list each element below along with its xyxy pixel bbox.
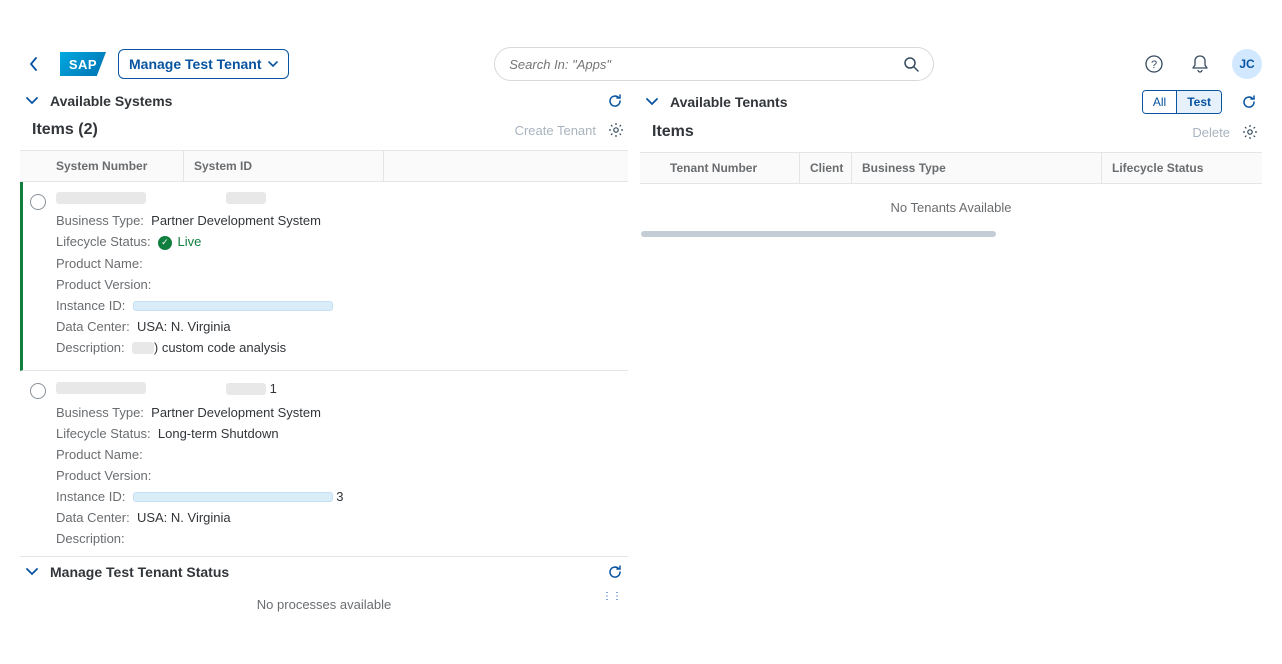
collapse-tenants-button[interactable] bbox=[642, 92, 662, 112]
no-tenants-text: No Tenants Available bbox=[640, 184, 1262, 231]
systems-toolbar: Items (2) Create Tenant bbox=[20, 116, 628, 150]
user-avatar[interactable]: JC bbox=[1232, 49, 1262, 79]
col-business-type: Business Type bbox=[852, 153, 1102, 183]
filter-all[interactable]: All bbox=[1143, 91, 1176, 113]
delete-tenant-button[interactable]: Delete bbox=[1192, 125, 1230, 140]
available-systems-header: Available Systems bbox=[20, 86, 628, 116]
col-lifecycle-status: Lifecycle Status bbox=[1102, 153, 1262, 183]
select-system-radio[interactable] bbox=[30, 383, 46, 399]
refresh-systems-button[interactable] bbox=[604, 90, 626, 112]
shell-header: SAP Manage Test Tenant ? JC bbox=[0, 42, 1282, 86]
items-count: Items (2) bbox=[32, 121, 98, 139]
available-tenants-header: Available Tenants All Test bbox=[640, 86, 1262, 118]
status-title: Manage Test Tenant Status bbox=[50, 564, 229, 580]
help-button[interactable]: ? bbox=[1140, 50, 1168, 78]
system-row[interactable]: 1 Business Type: Partner Development Sys… bbox=[20, 371, 628, 556]
notifications-button[interactable] bbox=[1186, 50, 1214, 78]
search-icon bbox=[903, 56, 919, 72]
no-processes-text: No processes available bbox=[20, 587, 628, 622]
app-title-dropdown[interactable]: Manage Test Tenant bbox=[118, 49, 289, 79]
tenant-filter-segmented: All Test bbox=[1142, 90, 1222, 114]
select-system-radio[interactable] bbox=[30, 194, 46, 210]
systems-table-header: System Number System ID bbox=[20, 150, 628, 182]
svg-text:?: ? bbox=[1151, 59, 1157, 71]
systems-settings-button[interactable] bbox=[606, 120, 626, 140]
back-button[interactable] bbox=[20, 50, 48, 78]
sap-logo: SAP bbox=[60, 52, 106, 76]
col-tenant-number: Tenant Number bbox=[660, 153, 800, 183]
collapse-status-button[interactable] bbox=[22, 562, 42, 582]
col-client: Client bbox=[800, 153, 852, 183]
tenants-title: Available Tenants bbox=[670, 94, 787, 110]
col-system-id: System ID bbox=[184, 151, 384, 181]
tenants-items-title: Items bbox=[652, 123, 694, 141]
chevron-down-icon bbox=[268, 61, 278, 67]
col-system-number: System Number bbox=[46, 151, 184, 181]
search-field[interactable] bbox=[494, 47, 934, 81]
refresh-tenants-button[interactable] bbox=[1238, 91, 1260, 113]
tenants-settings-button[interactable] bbox=[1240, 122, 1260, 142]
system-row[interactable]: Business Type: Partner Development Syste… bbox=[20, 182, 628, 371]
checkmark-icon: ✓ bbox=[158, 236, 172, 250]
horizontal-scrollbar[interactable] bbox=[641, 231, 996, 237]
refresh-status-button[interactable] bbox=[604, 561, 626, 583]
collapse-systems-button[interactable] bbox=[22, 91, 42, 111]
resize-handle[interactable]: ⋮⋮ bbox=[602, 591, 622, 602]
create-tenant-button[interactable]: Create Tenant bbox=[515, 123, 596, 138]
search-input[interactable] bbox=[509, 57, 895, 72]
tenants-toolbar: Items Delete bbox=[640, 118, 1262, 152]
filter-test[interactable]: Test bbox=[1176, 91, 1221, 113]
panel-title: Available Systems bbox=[50, 93, 172, 109]
status-panel-header: Manage Test Tenant Status bbox=[20, 557, 628, 587]
app-title: Manage Test Tenant bbox=[129, 56, 262, 72]
tenants-table-header: Tenant Number Client Business Type Lifec… bbox=[640, 152, 1262, 184]
